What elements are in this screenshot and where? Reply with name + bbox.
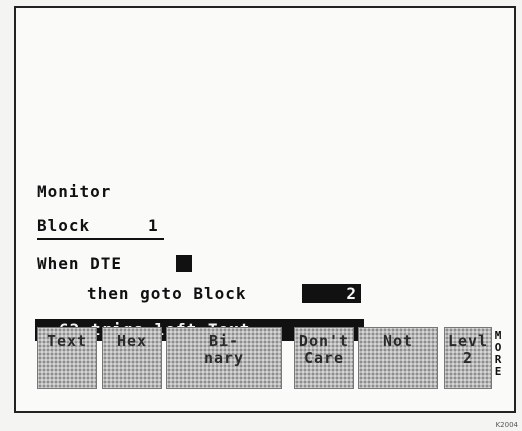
block-label: Block <box>37 216 91 235</box>
softkey-not[interactable]: Not <box>358 327 438 389</box>
softkey-level-label-2: 2 <box>462 349 474 367</box>
then-goto-label: then goto Block <box>87 284 247 303</box>
softkey-dont-care[interactable]: Don't Care <box>294 327 354 389</box>
goto-block-field[interactable]: 2 <box>302 284 361 303</box>
softkey-binary-label-2: nary <box>203 349 245 367</box>
softkey-level-label: Levl <box>447 332 489 350</box>
block-number: 1 <box>148 216 159 235</box>
softkey-hex[interactable]: Hex <box>102 327 162 389</box>
softkey-not-label: Not <box>382 332 414 350</box>
softkey-level[interactable]: Levl 2 <box>444 327 492 389</box>
softkey-text[interactable]: Text <box>37 327 97 389</box>
more-letter: E <box>494 365 502 378</box>
softkey-dont-care-label: Don't <box>298 332 350 350</box>
more-softkey[interactable]: M O R E <box>493 330 503 378</box>
softkey-binary-label: Bi- <box>208 332 240 350</box>
dte-value-cursor[interactable] <box>176 255 192 272</box>
block-underline <box>37 238 164 240</box>
softkey-binary[interactable]: Bi- nary <box>166 327 282 389</box>
figure-code: K2004 <box>495 421 518 429</box>
monitor-title: Monitor <box>37 182 112 201</box>
softkey-hex-label: Hex <box>116 332 148 350</box>
softkey-text-label: Text <box>46 332 88 350</box>
softkey-dont-care-label-2: Care <box>303 349 345 367</box>
when-condition-label: When DTE <box>37 254 123 273</box>
